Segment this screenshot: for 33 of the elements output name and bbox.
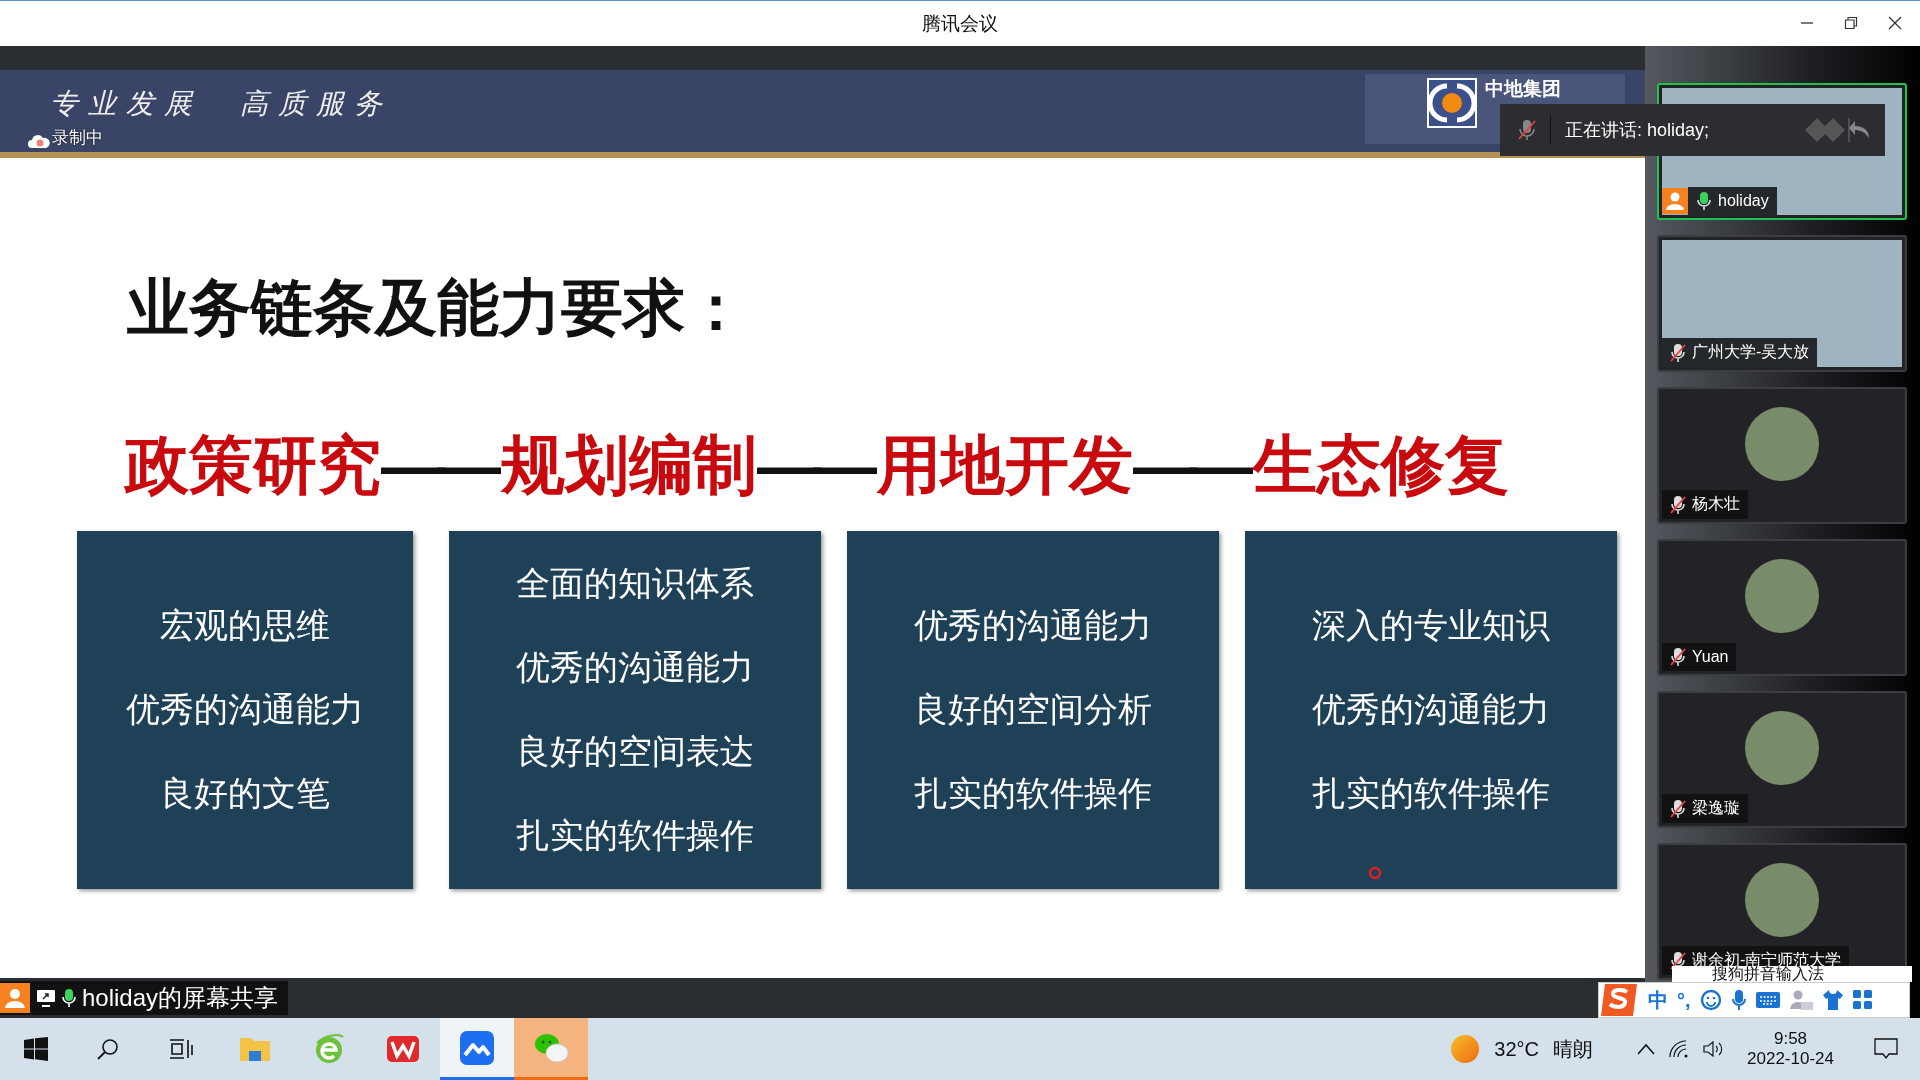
skill-text: 优秀的沟通能力	[1312, 689, 1550, 730]
participant-name: 杨木壮	[1692, 494, 1740, 514]
skill-text: 全面的知识体系	[516, 563, 754, 604]
participant-name: holiday	[1718, 192, 1769, 210]
chain-step: 用地开发	[877, 422, 1133, 509]
skill-text: 优秀的沟通能力	[914, 605, 1152, 646]
chain-dash: ——	[381, 428, 493, 503]
skill-text: 优秀的沟通能力	[126, 689, 364, 730]
skill-text: 扎实的软件操作	[1312, 773, 1550, 814]
share-label: holiday的屏幕共享	[82, 983, 279, 1013]
logo-text: 中地集团	[1485, 78, 1561, 100]
skill-text: 良好的空间表达	[516, 731, 754, 772]
window-title: 腾讯会议	[922, 11, 998, 36]
slogan-text: 专业发展 高质服务	[50, 88, 392, 120]
skill-text: 优秀的沟通能力	[516, 647, 754, 688]
chain-dash: ——	[1133, 428, 1245, 503]
participant-name: 广州大学-吴大放	[1692, 342, 1810, 362]
chain-step: 政策研究	[125, 422, 381, 509]
ime-title: 搜狗拼音输入法	[1712, 966, 1824, 982]
skill-text: 宏观的思维	[160, 605, 330, 646]
participant-name: Yuan	[1692, 648, 1729, 666]
recording-label: 录制中	[52, 127, 103, 149]
skill-text: 扎实的软件操作	[516, 815, 754, 856]
skill-text: 良好的空间分析	[914, 689, 1152, 730]
skill-text: 深入的专业知识	[1312, 605, 1550, 646]
slide-title: 业务链条及能力要求：	[127, 272, 748, 344]
chain-dash: ——	[757, 428, 869, 503]
skill-text: 良好的文笔	[160, 773, 330, 814]
participant-name: 梁逸璇	[1692, 798, 1740, 818]
weather-temperature: 32°C	[1494, 1037, 1540, 1061]
weather-condition: 晴朗	[1553, 1036, 1594, 1062]
speaking-text: 正在讲话: holiday;	[1565, 119, 1711, 142]
skill-text: 扎实的软件操作	[914, 773, 1152, 814]
